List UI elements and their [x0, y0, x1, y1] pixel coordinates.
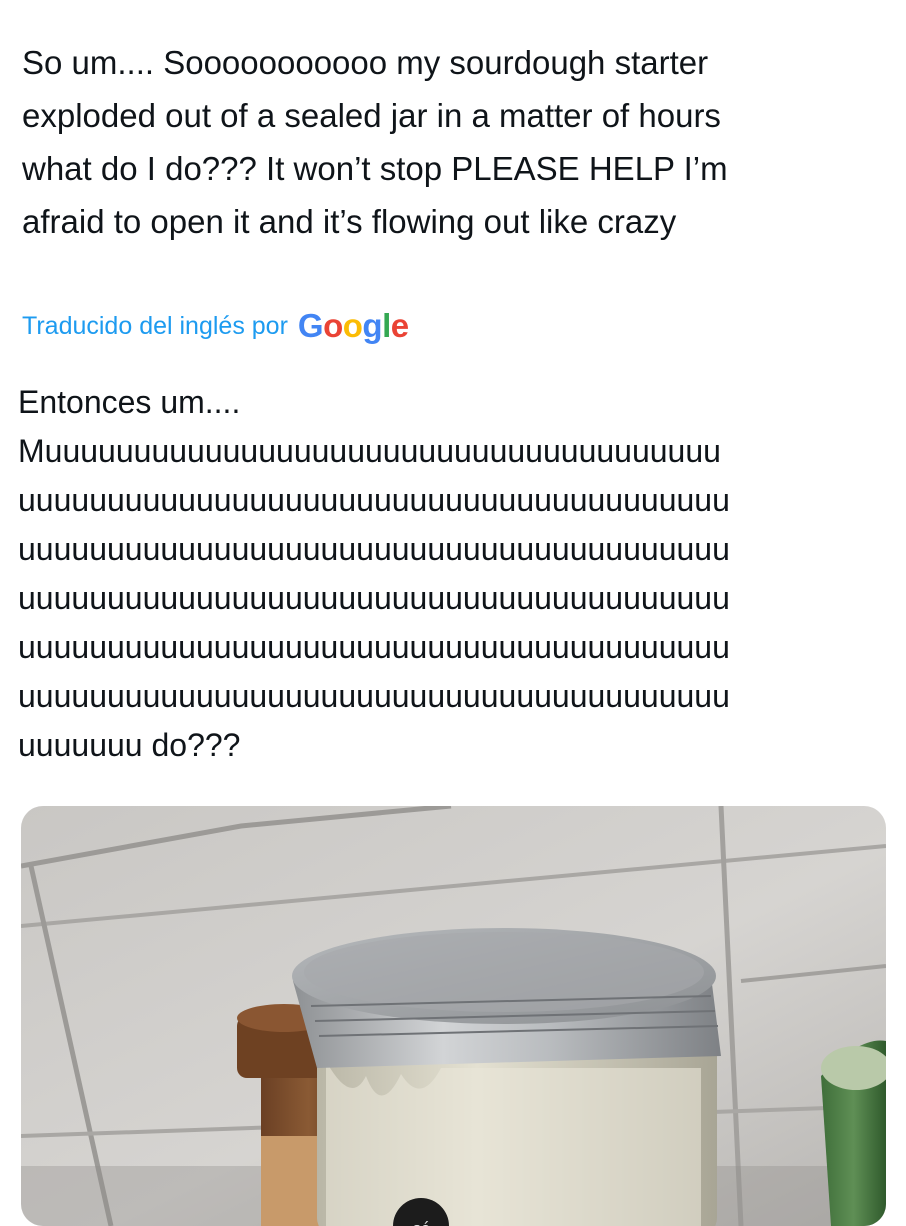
- tweet-translation-text: Entonces um.... Muuuuuuuuuuuuuuuuuuuuuuu…: [18, 384, 730, 763]
- translated-by-label: Traducido del inglés por: [22, 311, 288, 340]
- tweet-original-text: So um.... Sooooooooooo my sourdough star…: [22, 44, 728, 240]
- google-logo-letter: g: [362, 307, 383, 344]
- google-logo-letter: G: [297, 307, 324, 344]
- google-logo-letter: l: [382, 307, 391, 344]
- google-logo-letter: o: [342, 307, 363, 344]
- green-bowl: [821, 1040, 886, 1226]
- tweet-photo[interactable]: cé: [21, 806, 886, 1226]
- google-logo: Google: [298, 306, 409, 346]
- translation-attribution[interactable]: Traducido del inglés por Google: [22, 306, 409, 346]
- google-logo-letter: e: [390, 307, 409, 344]
- sourdough-jar: cé: [292, 928, 721, 1226]
- jar-label-text: cé: [412, 1219, 431, 1226]
- google-logo-letter: o: [323, 307, 343, 344]
